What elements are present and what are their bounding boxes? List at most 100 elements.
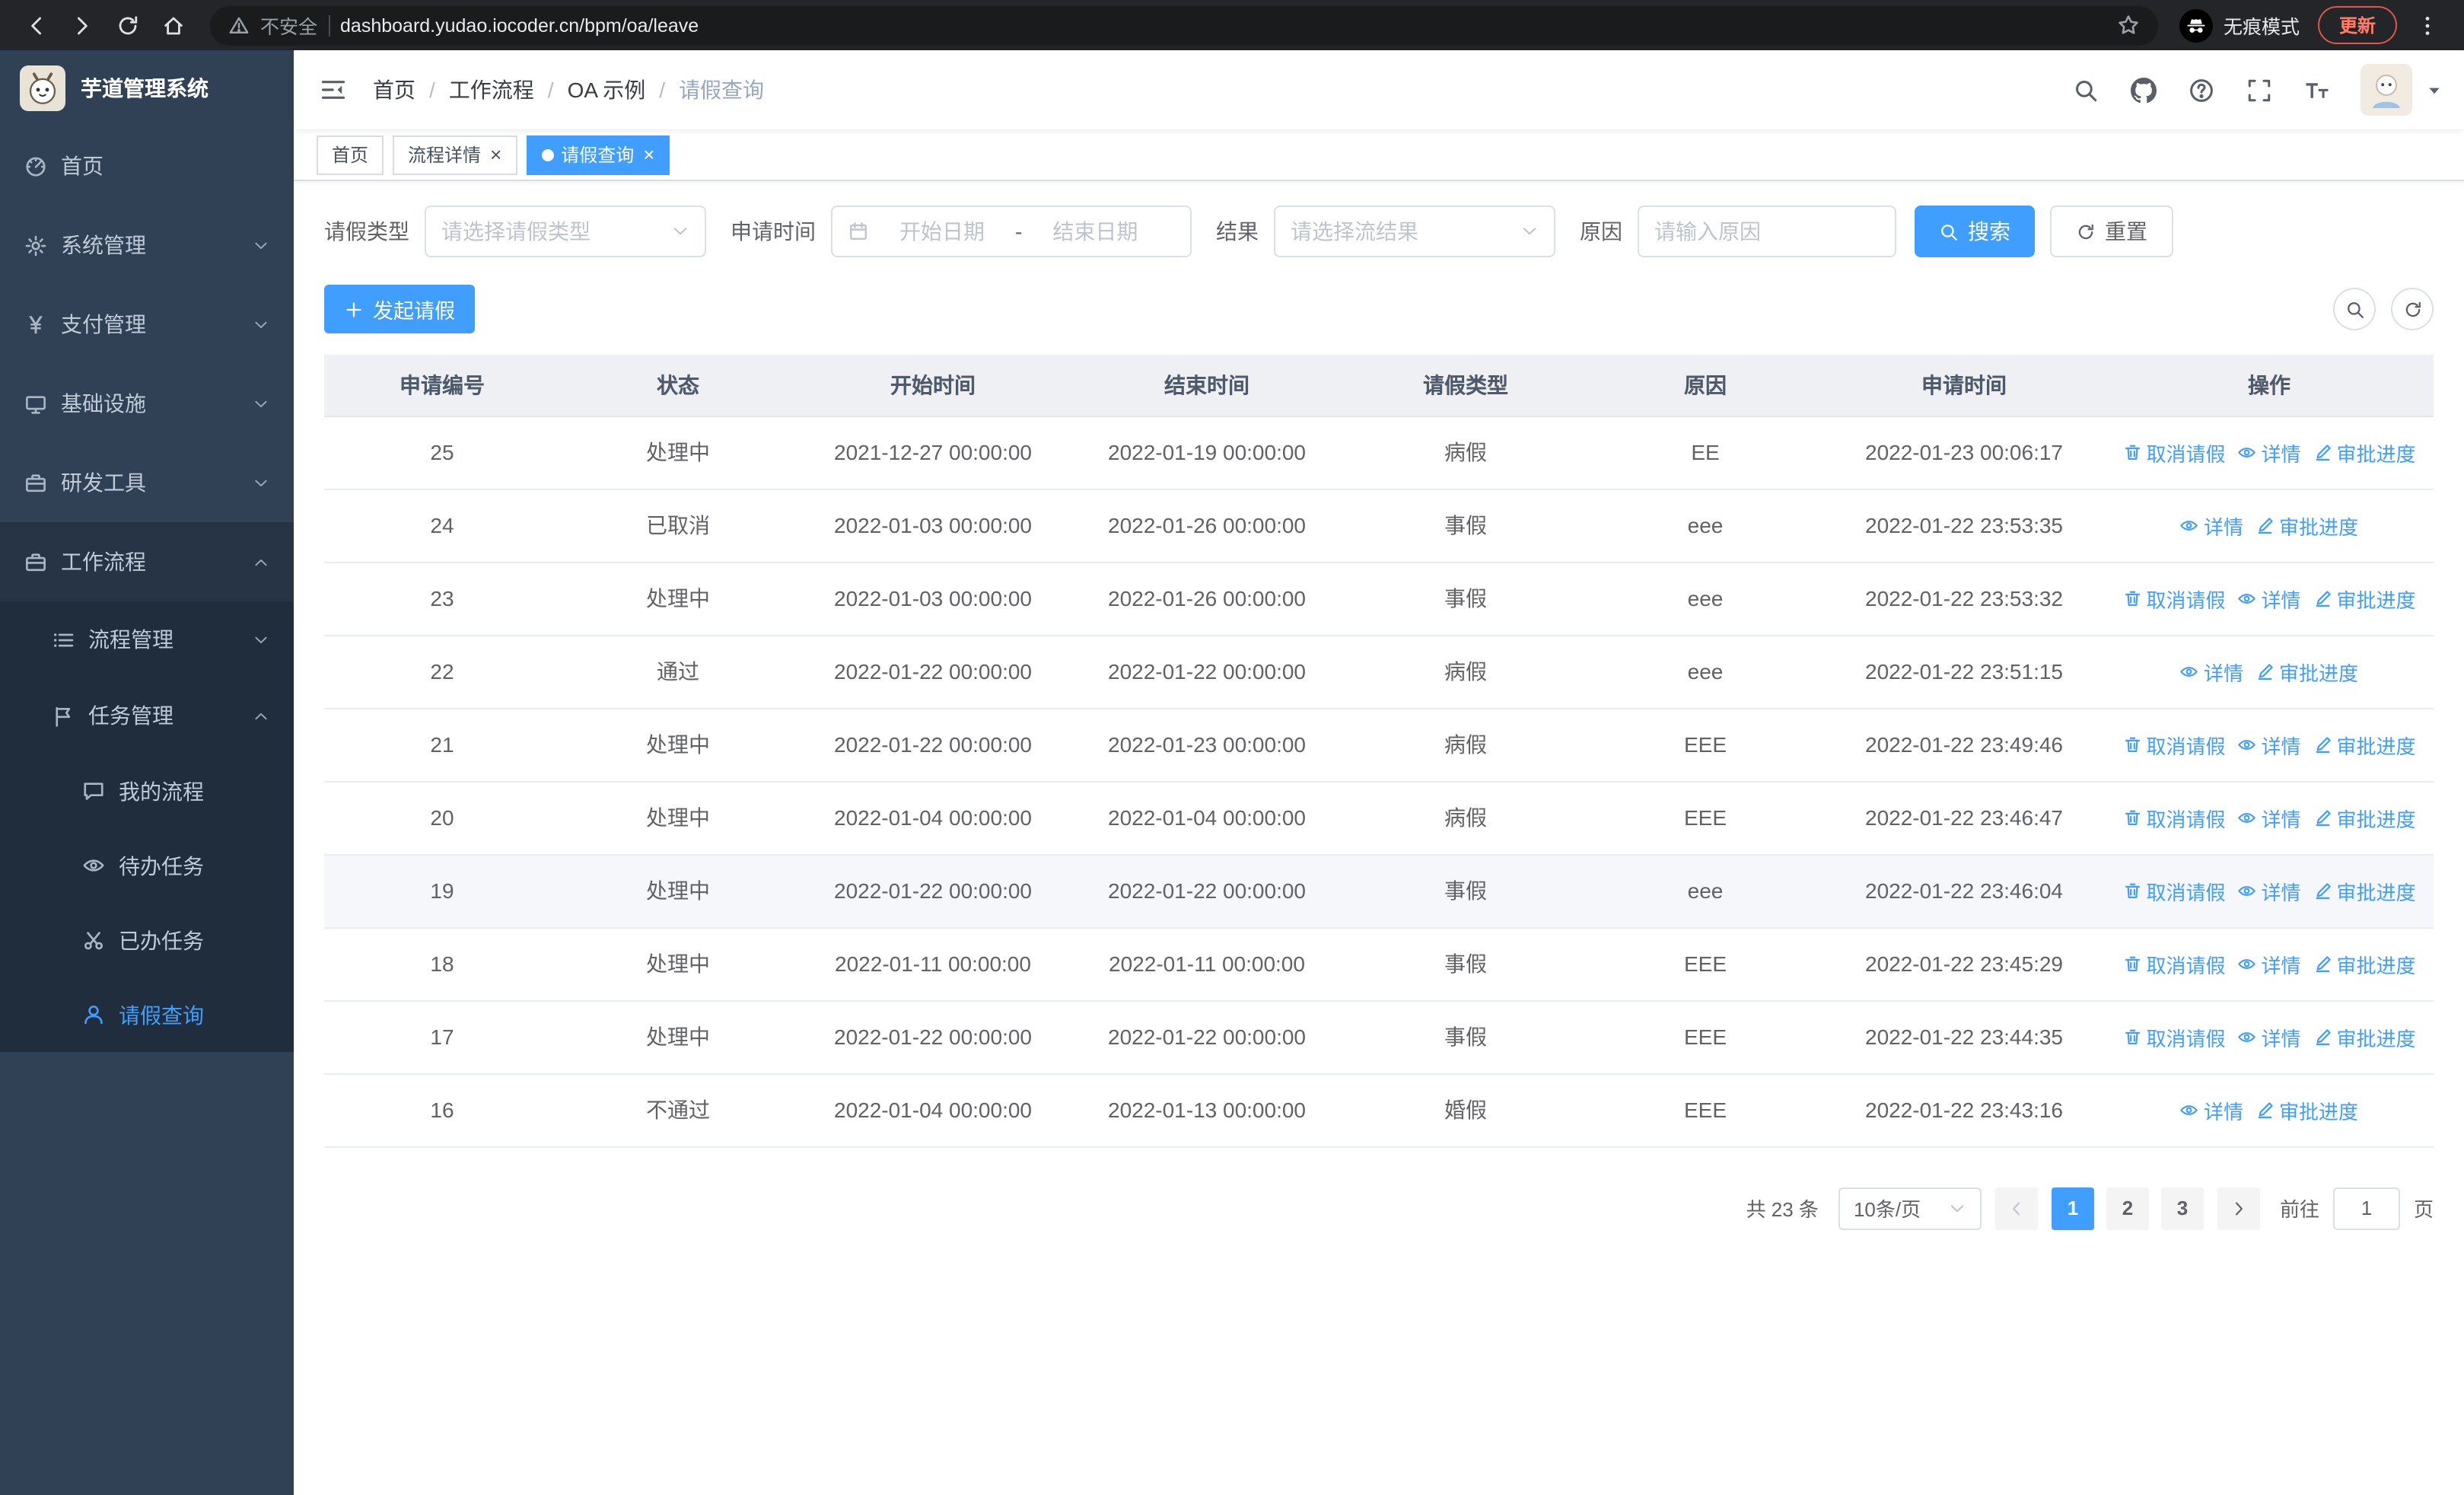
next-page-button[interactable]	[2217, 1187, 2260, 1229]
table-row[interactable]: 19 处理中 2022-01-22 00:00:00 2022-01-22 00:00…	[324, 854, 2434, 928]
end-date-input[interactable]	[1031, 219, 1160, 244]
leave-type-input[interactable]	[441, 219, 662, 244]
detail-link[interactable]: 详情	[2237, 803, 2301, 832]
font-size-icon[interactable]	[2291, 64, 2342, 116]
sidebar-item-payment[interactable]: 支付管理	[0, 285, 294, 364]
sidebar-collapse-icon[interactable]	[294, 50, 373, 129]
refresh-table-button[interactable]	[2391, 288, 2434, 330]
cancel-leave-link[interactable]: 取消请假	[2122, 584, 2225, 613]
help-icon[interactable]	[2175, 64, 2227, 116]
cancel-leave-link[interactable]: 取消请假	[2122, 876, 2225, 905]
leave-type-select[interactable]	[425, 206, 706, 257]
cell-type: 事假	[1344, 927, 1587, 1001]
bookmark-star-icon[interactable]	[2117, 14, 2140, 37]
detail-link[interactable]: 详情	[2237, 438, 2301, 467]
back-icon[interactable]	[15, 4, 58, 46]
breadcrumb-item[interactable]: 工作流程	[449, 75, 534, 105]
toggle-search-button[interactable]	[2333, 288, 2376, 330]
approval-progress-link[interactable]: 审批进度	[2313, 876, 2416, 905]
table-row[interactable]: 18 处理中 2022-01-11 00:00:00 2022-01-11 00:00…	[324, 927, 2434, 1001]
reset-button[interactable]: 重置	[2050, 206, 2173, 257]
fullscreen-icon[interactable]	[2233, 64, 2284, 116]
close-icon[interactable]: ×	[490, 145, 501, 164]
detail-link[interactable]: 详情	[2180, 511, 2243, 540]
app-header: 首页 / 工作流程 / OA 示例 / 请假查询	[294, 50, 2464, 129]
approval-progress-link[interactable]: 审批进度	[2313, 584, 2416, 613]
avatar[interactable]	[2361, 64, 2412, 116]
approval-progress-link[interactable]: 审批进度	[2255, 1095, 2358, 1124]
approval-progress-link[interactable]: 审批进度	[2313, 438, 2416, 467]
detail-link[interactable]: 详情	[2180, 1095, 2243, 1124]
table-row[interactable]: 23 处理中 2022-01-03 00:00:00 2022-01-26 00:00…	[324, 562, 2434, 636]
approval-progress-link[interactable]: 审批进度	[2255, 511, 2358, 540]
result-select[interactable]	[1274, 206, 1555, 257]
table-row[interactable]: 25 处理中 2021-12-27 00:00:00 2022-01-19 00:00…	[324, 416, 2434, 489]
cancel-leave-link[interactable]: 取消请假	[2122, 1022, 2225, 1051]
sidebar-item-task-mgmt[interactable]: 任务管理	[0, 677, 294, 754]
header-search-icon[interactable]	[2059, 64, 2111, 116]
reason-field[interactable]	[1638, 206, 1896, 257]
url-text[interactable]: dashboard.yudao.iocoder.cn/bpm/oa/leave	[340, 14, 2106, 36]
approval-progress-link[interactable]: 审批进度	[2313, 803, 2416, 832]
breadcrumb-separator: /	[547, 78, 554, 102]
page-button-3[interactable]: 3	[2160, 1187, 2204, 1229]
address-bar[interactable]: 不安全 dashboard.yudao.iocoder.cn/bpm/oa/le…	[210, 5, 2158, 45]
sidebar-item-home[interactable]: 首页	[0, 126, 294, 206]
search-button[interactable]: 搜索	[1915, 206, 2035, 257]
reason-input[interactable]	[1654, 219, 1880, 244]
table-row[interactable]: 22 通过 2022-01-22 00:00:00 2022-01-22 00:00:…	[324, 635, 2434, 709]
page-size-select[interactable]: 10条/页	[1838, 1187, 1982, 1229]
table-row[interactable]: 20 处理中 2022-01-04 00:00:00 2022-01-04 00:00…	[324, 781, 2434, 855]
cancel-leave-link[interactable]: 取消请假	[2122, 438, 2225, 467]
app-logo-row[interactable]: 芋道管理系统	[0, 50, 294, 126]
result-input[interactable]	[1291, 219, 1511, 244]
sidebar-item-infrastructure[interactable]: 基础设施	[0, 364, 294, 443]
detail-link[interactable]: 详情	[2237, 730, 2301, 759]
cancel-leave-link[interactable]: 取消请假	[2122, 803, 2225, 832]
close-icon[interactable]: ×	[643, 145, 654, 164]
table-row[interactable]: 16 不通过 2022-01-04 00:00:00 2022-01-13 00:00…	[324, 1073, 2434, 1147]
table-row[interactable]: 21 处理中 2022-01-22 00:00:00 2022-01-23 00:00…	[324, 708, 2434, 782]
approval-progress-link[interactable]: 审批进度	[2255, 657, 2358, 686]
detail-link[interactable]: 详情	[2237, 876, 2301, 905]
detail-link[interactable]: 详情	[2237, 584, 2301, 613]
forward-icon[interactable]	[61, 4, 103, 46]
sidebar-item-workflow[interactable]: 工作流程	[0, 522, 294, 601]
sidebar-item-my-process[interactable]: 我的流程	[0, 754, 294, 828]
start-date-input[interactable]	[878, 219, 1006, 244]
page-button-1[interactable]: 1	[2051, 1187, 2094, 1229]
detail-link[interactable]: 详情	[2237, 1022, 2301, 1051]
table-row[interactable]: 17 处理中 2022-01-22 00:00:00 2022-01-22 00:00…	[324, 1000, 2434, 1074]
browser-menu-button[interactable]	[2406, 4, 2449, 46]
leave-type-label: 请假类型	[324, 219, 409, 244]
avatar-caret-icon[interactable]	[2426, 81, 2443, 98]
prev-page-button[interactable]	[1994, 1187, 2038, 1229]
approval-progress-link[interactable]: 审批进度	[2313, 949, 2416, 978]
approval-progress-link[interactable]: 审批进度	[2313, 730, 2416, 759]
create-leave-button[interactable]: 发起请假	[324, 285, 475, 333]
detail-link[interactable]: 详情	[2237, 949, 2301, 978]
cancel-leave-link[interactable]: 取消请假	[2122, 730, 2225, 759]
table-row[interactable]: 24 已取消 2022-01-03 00:00:00 2022-01-26 00:00…	[324, 489, 2434, 563]
apply-time-range-picker[interactable]: -	[831, 206, 1192, 257]
sidebar-item-system[interactable]: 系统管理	[0, 206, 294, 285]
approval-progress-link[interactable]: 审批进度	[2313, 1022, 2416, 1051]
page-button-2[interactable]: 2	[2106, 1187, 2149, 1229]
tab-home[interactable]: 首页	[317, 135, 384, 174]
sidebar-item-todo-tasks[interactable]: 待办任务	[0, 828, 294, 903]
goto-page-input[interactable]	[2332, 1187, 2400, 1229]
sidebar-item-leave-query[interactable]: 请假查询	[0, 977, 294, 1052]
browser-home-icon[interactable]	[152, 4, 195, 46]
sidebar-item-done-tasks[interactable]: 已办任务	[0, 903, 294, 977]
update-button[interactable]: 更新	[2317, 6, 2397, 44]
sidebar-item-process-mgmt[interactable]: 流程管理	[0, 601, 294, 677]
reload-icon[interactable]	[107, 4, 149, 46]
breadcrumb-item[interactable]: 首页	[373, 75, 415, 105]
sidebar-item-devtools[interactable]: 研发工具	[0, 443, 294, 522]
cancel-leave-link[interactable]: 取消请假	[2122, 949, 2225, 978]
tab-leave-query[interactable]: 请假查询 ×	[526, 135, 670, 174]
breadcrumb-item[interactable]: OA 示例	[568, 75, 646, 105]
github-icon[interactable]	[2117, 64, 2169, 116]
detail-link[interactable]: 详情	[2180, 657, 2243, 686]
tab-process-detail[interactable]: 流程详情 ×	[393, 135, 517, 174]
